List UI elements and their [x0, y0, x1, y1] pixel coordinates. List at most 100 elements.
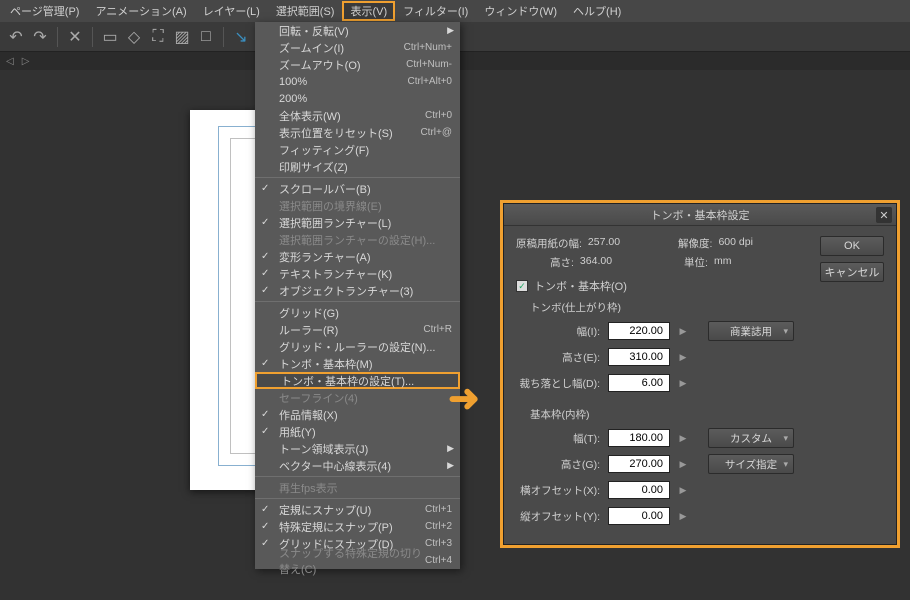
spinner-icon[interactable]: ▶ [676, 374, 690, 392]
menu-item-label: 定規にスナップ(U) [279, 502, 425, 518]
menu-item[interactable]: ✓特殊定規にスナップ(P)Ctrl+2 [255, 518, 460, 535]
menu-help[interactable]: ヘルプ(H) [565, 1, 629, 21]
crop-icon[interactable]: ◇ [124, 27, 144, 47]
spinner-icon[interactable]: ▶ [676, 322, 690, 340]
menu-item-label: 全体表示(W) [279, 108, 425, 124]
menu-item[interactable]: ズームアウト(O)Ctrl+Num- [255, 56, 460, 73]
menu-item-label: グリッド(G) [279, 305, 452, 321]
menu-item-label: スクロールバー(B) [279, 181, 452, 197]
menu-item-label: セーフライン(4) [279, 390, 452, 406]
menu-filter[interactable]: フィルター(I) [395, 1, 476, 21]
spinner-icon[interactable]: ▶ [676, 348, 690, 366]
check-icon: ✓ [261, 358, 269, 369]
menu-shortcut: Ctrl+Num- [406, 59, 452, 70]
menu-item[interactable]: ✓ 用紙(Y) [255, 423, 460, 440]
menu-item[interactable]: ✓ 定規にスナップ(U)Ctrl+1 [255, 501, 460, 518]
menu-item[interactable]: 印刷サイズ(Z) [255, 158, 460, 175]
frame-preset-combo[interactable]: カスタム [708, 428, 794, 448]
menu-item-label: 表示位置をリセット(S) [279, 125, 420, 141]
bleed-label: 裁ち落とし幅(D): [516, 376, 608, 391]
dialog-titlebar: トンボ・基本枠設定 ✕ [504, 204, 896, 226]
menu-separator [255, 476, 460, 477]
size-spec-button[interactable]: サイズ指定 [708, 454, 794, 474]
invert-icon[interactable]: ▨ [172, 27, 192, 47]
menu-item-label: オブジェクトランチャー(3) [279, 283, 452, 299]
menu-item[interactable]: ✓オブジェクトランチャー(3) [255, 282, 460, 299]
trim-enable-checkbox[interactable]: ✓ [516, 280, 528, 292]
menu-window[interactable]: ウィンドウ(W) [476, 1, 565, 21]
menu-item[interactable]: 回転・反転(V)▶ [255, 22, 460, 39]
menu-item[interactable]: ズームイン(I)Ctrl+Num+ [255, 39, 460, 56]
spinner-icon[interactable]: ▶ [676, 507, 690, 525]
menu-item[interactable]: ✓スクロールバー(B) [255, 180, 460, 197]
menu-item[interactable]: フィッティング(F) [255, 141, 460, 158]
spinner-icon[interactable]: ▶ [676, 481, 690, 499]
border-icon[interactable]: □ [196, 27, 216, 47]
menu-item[interactable]: ✓テキストランチャー(K) [255, 265, 460, 282]
menu-item-label: 用紙(Y) [279, 424, 452, 440]
menu-item[interactable]: ✓選択範囲ランチャー(L) [255, 214, 460, 231]
menu-item[interactable]: ベクター中心線表示(4)▶ [255, 457, 460, 474]
menu-item[interactable]: 全体表示(W)Ctrl+0 [255, 107, 460, 124]
menu-item[interactable]: ✓作品情報(X) [255, 406, 460, 423]
nav-fwd-icon[interactable]: ▷ [22, 56, 30, 67]
nav-back-icon[interactable]: ◁ [6, 56, 14, 67]
redo-icon[interactable]: ↷ [30, 27, 50, 47]
spinner-icon[interactable]: ▶ [676, 455, 690, 473]
offset-y-input[interactable] [608, 507, 670, 525]
menu-animation[interactable]: アニメーション(A) [87, 1, 194, 21]
frame-width-input[interactable] [608, 429, 670, 447]
check-icon: ✓ [261, 426, 269, 437]
offset-x-input[interactable] [608, 481, 670, 499]
menu-item[interactable]: トーン領域表示(J)▶ [255, 440, 460, 457]
annotation-arrow-icon: ➜ [448, 376, 480, 421]
frame-section-label: 基本枠(内枠) [530, 407, 884, 422]
trim-preset-combo[interactable]: 商業誌用 [708, 321, 794, 341]
menu-item[interactable]: 200% [255, 90, 460, 107]
trim-width-input[interactable] [608, 322, 670, 340]
menu-item-label: トーン領域表示(J) [279, 441, 452, 457]
menu-item[interactable]: ✓トンボ・基本枠(M) [255, 355, 460, 372]
check-icon: ✓ [261, 504, 269, 515]
menu-item[interactable]: 100%Ctrl+Alt+0 [255, 73, 460, 90]
menu-item[interactable]: グリッド(G) [255, 304, 460, 321]
menu-page[interactable]: ページ管理(P) [2, 1, 87, 21]
menu-item[interactable]: トンボ・基本枠の設定(T)... [255, 372, 460, 389]
menu-view[interactable]: 表示(V) [342, 1, 395, 21]
delete-icon[interactable]: ✕ [65, 27, 85, 47]
doc-height-value: 364.00 [580, 255, 612, 270]
menu-item-label: 特殊定規にスナップ(P) [279, 519, 425, 535]
fit-icon[interactable]: ⛶ [148, 27, 168, 47]
frame-height-input[interactable] [608, 455, 670, 473]
offset-x-label: 横オフセット(X): [516, 483, 608, 498]
check-icon: ✓ [261, 251, 269, 262]
spinner-icon[interactable]: ▶ [676, 429, 690, 447]
doc-width-value: 257.00 [588, 236, 620, 251]
trim-height-label: 高さ(E): [516, 350, 608, 365]
view-dropdown: 回転・反転(V)▶ズームイン(I)Ctrl+Num+ズームアウト(O)Ctrl+… [255, 22, 460, 569]
menu-item-label: ベクター中心線表示(4) [279, 458, 452, 474]
check-icon: ✓ [261, 521, 269, 532]
menu-item[interactable]: ✓変形ランチャー(A) [255, 248, 460, 265]
menu-item: 選択範囲ランチャーの設定(H)... [255, 231, 460, 248]
menu-selection[interactable]: 選択範囲(S) [268, 1, 343, 21]
undo-icon[interactable]: ↶ [6, 27, 26, 47]
menu-item[interactable]: ルーラー(R)Ctrl+R [255, 321, 460, 338]
ok-button[interactable]: OK [820, 236, 884, 256]
resolution-value: 600 dpi [718, 236, 752, 251]
trim-height-input[interactable] [608, 348, 670, 366]
menu-layer[interactable]: レイヤー(L) [195, 1, 268, 21]
menu-item[interactable]: グリッド・ルーラーの設定(N)... [255, 338, 460, 355]
menu-shortcut: Ctrl+3 [425, 538, 452, 549]
unit-value: mm [714, 255, 732, 270]
bleed-input[interactable] [608, 374, 670, 392]
close-icon[interactable]: ✕ [876, 207, 892, 223]
unit-label: 単位: [684, 255, 708, 270]
cancel-button[interactable]: キャンセル [820, 262, 884, 282]
snap-ruler-icon[interactable]: ↘ [231, 27, 251, 47]
rect-select-icon[interactable]: ▭ [100, 27, 120, 47]
menu-item-label: グリッド・ルーラーの設定(N)... [279, 339, 452, 355]
dialog-highlight-frame: トンボ・基本枠設定 ✕ OK キャンセル 原稿用紙の幅:257.00 解像度:6… [500, 200, 900, 548]
menu-shortcut: Ctrl+1 [425, 504, 452, 515]
menu-item[interactable]: 表示位置をリセット(S)Ctrl+@ [255, 124, 460, 141]
